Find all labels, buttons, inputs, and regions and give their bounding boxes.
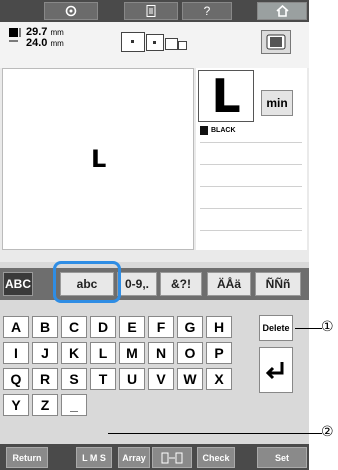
- key[interactable]: T: [90, 368, 116, 390]
- space-key[interactable]: _: [61, 394, 87, 416]
- size-icon: [9, 28, 21, 42]
- embroidery-edit-area[interactable]: L: [2, 68, 194, 250]
- key[interactable]: L: [90, 342, 116, 364]
- key[interactable]: P: [206, 342, 232, 364]
- key[interactable]: F: [148, 316, 174, 338]
- spacing-button[interactable]: [152, 447, 192, 468]
- lms-button[interactable]: L M S: [76, 447, 112, 468]
- callout-line: [295, 328, 322, 329]
- key[interactable]: W: [177, 368, 203, 390]
- preview-icon: [266, 34, 286, 50]
- set-button[interactable]: Set: [257, 447, 307, 468]
- key[interactable]: V: [148, 368, 174, 390]
- key[interactable]: A: [3, 316, 29, 338]
- divider: [200, 142, 302, 143]
- tab-accented[interactable]: ÄÅä: [207, 272, 251, 296]
- key[interactable]: S: [61, 368, 87, 390]
- settings-button[interactable]: [44, 2, 98, 20]
- hoop-mini-icon: [178, 41, 187, 50]
- tab-special[interactable]: ÑÑñ: [255, 272, 301, 296]
- key[interactable]: Q: [3, 368, 29, 390]
- enter-button[interactable]: [259, 347, 293, 393]
- machine-guide-button[interactable]: [124, 2, 178, 20]
- divider: [200, 230, 302, 231]
- spacing-icon: [161, 452, 183, 463]
- tab-uppercase[interactable]: ABC: [3, 272, 33, 296]
- design-height: 24.0 mm: [26, 37, 64, 49]
- key[interactable]: Y: [3, 394, 29, 416]
- hoop-small-icon: [165, 38, 178, 50]
- document-icon: [146, 5, 156, 17]
- thread-color-row: BLACK: [200, 126, 236, 135]
- callout-1: ①: [321, 319, 334, 335]
- highlight-frame: [53, 261, 121, 303]
- key[interactable]: R: [32, 368, 58, 390]
- divider: [200, 164, 302, 165]
- gear-icon: [65, 5, 77, 17]
- divider: [200, 186, 302, 187]
- preview-letter: L: [91, 145, 107, 173]
- key[interactable]: H: [206, 316, 232, 338]
- enter-arrow-icon: [265, 362, 284, 380]
- selected-character: L: [198, 69, 254, 123]
- key[interactable]: U: [119, 368, 145, 390]
- hoop-large-icon: [121, 32, 145, 52]
- key[interactable]: Z: [32, 394, 58, 416]
- home-button[interactable]: [257, 2, 307, 20]
- tab-numbers[interactable]: 0-9,.: [117, 272, 157, 296]
- thread-color-name: BLACK: [211, 127, 236, 134]
- check-button[interactable]: Check: [197, 447, 235, 468]
- key[interactable]: B: [32, 316, 58, 338]
- key[interactable]: D: [90, 316, 116, 338]
- key[interactable]: O: [177, 342, 203, 364]
- key[interactable]: N: [148, 342, 174, 364]
- thread-panel: L min BLACK: [196, 68, 307, 250]
- array-button[interactable]: Array: [118, 447, 150, 468]
- key[interactable]: E: [119, 316, 145, 338]
- key[interactable]: I: [3, 342, 29, 364]
- callout-2: ②: [321, 424, 334, 440]
- help-icon: ?: [203, 4, 211, 18]
- callout-line: [108, 433, 322, 434]
- key[interactable]: J: [32, 342, 58, 364]
- home-icon: [275, 5, 289, 17]
- preview-button[interactable]: [261, 30, 291, 54]
- min-button[interactable]: min: [261, 90, 293, 116]
- hoop-medium-icon: [146, 34, 164, 51]
- delete-button[interactable]: Delete: [259, 315, 293, 341]
- help-button[interactable]: ?: [182, 2, 232, 20]
- tab-symbols[interactable]: &?!: [160, 272, 202, 296]
- key[interactable]: G: [177, 316, 203, 338]
- return-button[interactable]: Return: [6, 447, 48, 468]
- key[interactable]: K: [61, 342, 87, 364]
- thread-spool-icon: [200, 126, 208, 135]
- key[interactable]: C: [61, 316, 87, 338]
- key[interactable]: X: [206, 368, 232, 390]
- key[interactable]: M: [119, 342, 145, 364]
- divider: [200, 208, 302, 209]
